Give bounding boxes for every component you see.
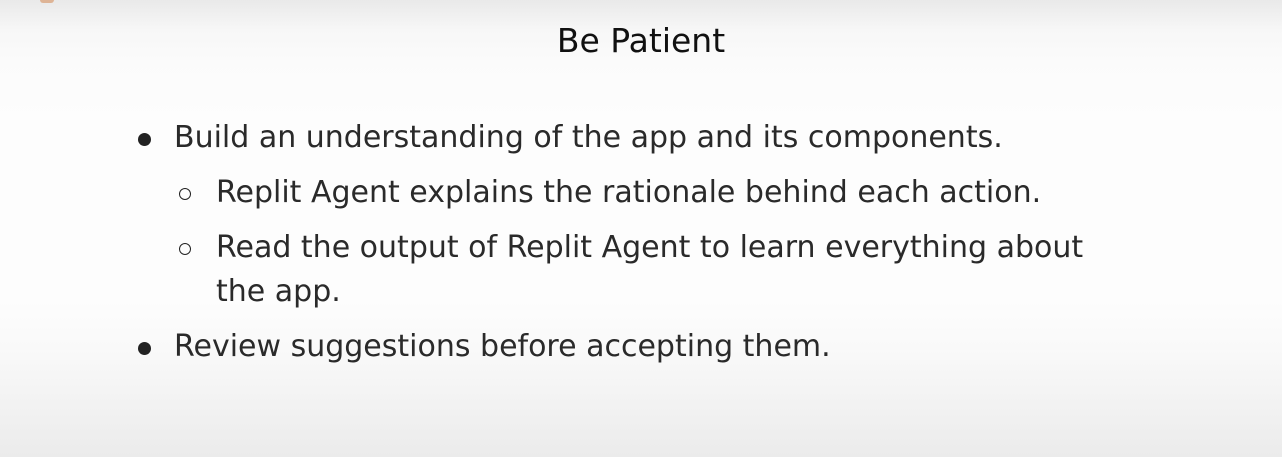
sub-bullet-item: Replit Agent explains the rationale behi… <box>136 171 1136 215</box>
bullet-circle-icon <box>179 243 191 255</box>
slide-title: Be Patient <box>556 21 726 60</box>
bullet-circle-icon <box>179 188 191 200</box>
bullet-text: Review suggestions before accepting them… <box>174 329 831 364</box>
sub-bullet-text: Read the output of Replit Agent to learn… <box>216 230 1084 309</box>
sub-bullet-text: Replit Agent explains the rationale behi… <box>216 175 1042 210</box>
bullet-disc-icon <box>138 342 151 355</box>
bullet-list: Build an understanding of the app and it… <box>136 116 1136 380</box>
bullet-item: Build an understanding of the app and it… <box>136 116 1136 160</box>
corner-accent-mark <box>40 0 54 3</box>
bullet-item: Review suggestions before accepting them… <box>136 325 1136 369</box>
sub-bullet-item: Read the output of Replit Agent to learn… <box>136 226 1136 314</box>
bullet-text: Build an understanding of the app and it… <box>174 120 1003 155</box>
bullet-disc-icon <box>138 133 151 146</box>
